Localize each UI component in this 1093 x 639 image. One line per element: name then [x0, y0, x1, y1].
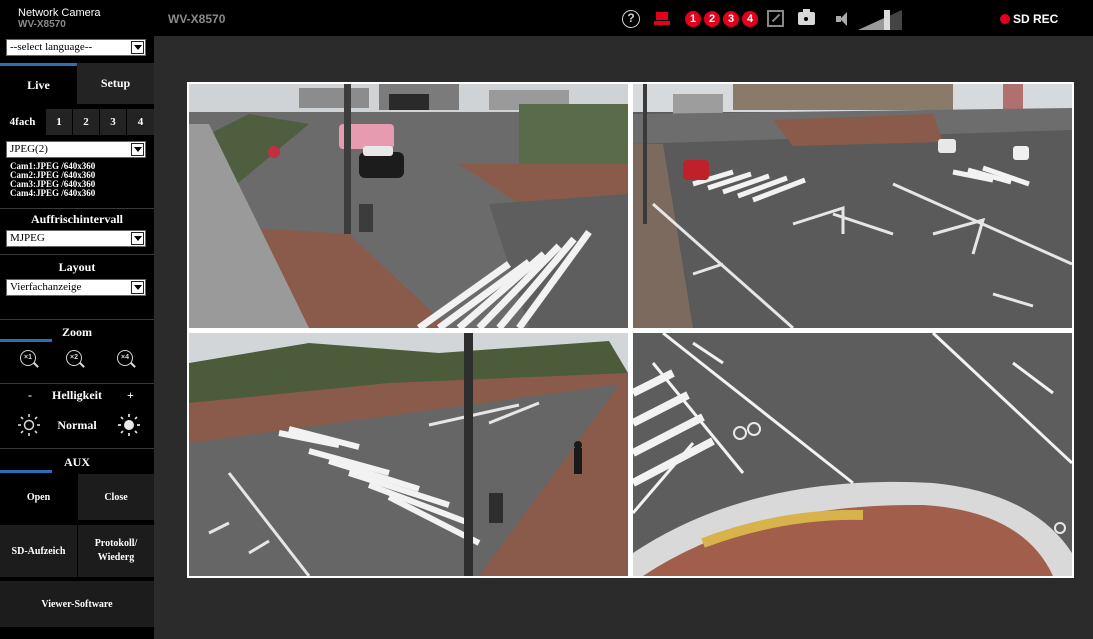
viewer-software-button[interactable]: Viewer-Software [0, 581, 154, 627]
log-playback-label-2: Wiederg [97, 552, 135, 563]
zoom-x4-button[interactable]: ×4 [117, 350, 137, 370]
divider [0, 208, 154, 209]
fullscreen-icon[interactable] [767, 10, 784, 27]
aux-close-button[interactable]: Close [78, 474, 154, 520]
help-icon[interactable]: ? [622, 10, 640, 28]
brand-title: Network Camera [18, 7, 101, 19]
refresh-select-value: MJPEG [10, 232, 45, 244]
camera-1-icon[interactable]: 1 [685, 11, 701, 27]
stream-select-value: JPEG(2) [10, 143, 48, 155]
divider [0, 319, 154, 320]
camera-3-image [189, 333, 628, 576]
brand-model: WV-X8570 [18, 19, 66, 30]
zoom-indicator [0, 339, 52, 342]
speaker-icon[interactable] [836, 12, 852, 26]
tab-layout-4[interactable]: 4 [127, 109, 154, 135]
quad-view-grid [187, 82, 1074, 578]
brightness-plus-label: + [127, 388, 134, 402]
tab-layout-3[interactable]: 3 [100, 109, 126, 135]
layout-select-value: Vierfachanzeige [10, 281, 82, 293]
aux-open-button[interactable]: Open [0, 474, 77, 520]
chevron-down-icon[interactable] [131, 41, 144, 54]
tab-live[interactable]: Live [0, 66, 77, 104]
chevron-down-icon[interactable] [131, 281, 144, 294]
brand-area: Network Camera WV-X8570 [0, 0, 154, 36]
stream-info-cam4: Cam4:JPEG /640x360 [10, 188, 96, 198]
camera-4-icon[interactable]: 4 [742, 11, 758, 27]
brightness-up-button[interactable] [118, 414, 140, 436]
camera-3-view[interactable] [189, 333, 628, 576]
zoom-x1-button[interactable]: ×1 [20, 350, 40, 370]
zoom-title: Zoom [62, 325, 92, 339]
divider [0, 383, 154, 384]
refresh-select[interactable]: MJPEG [6, 230, 146, 247]
divider [0, 254, 154, 255]
snapshot-camera-icon[interactable] [798, 9, 815, 25]
language-select[interactable]: --select language-- [6, 39, 146, 56]
divider [0, 448, 154, 449]
sidebar: --select language-- Live Setup 4fach 1 2… [0, 36, 154, 639]
language-select-value: --select language-- [10, 41, 93, 53]
layout-select[interactable]: Vierfachanzeige [6, 279, 146, 296]
record-dot-icon [1000, 14, 1010, 24]
refresh-title: Auffrischintervall [31, 212, 123, 226]
tab-layout-2[interactable]: 2 [73, 109, 99, 135]
aux-title: AUX [64, 455, 90, 469]
sd-record-button[interactable]: SD-Aufzeich [0, 525, 77, 577]
camera-3-icon[interactable]: 3 [723, 11, 739, 27]
log-playback-label-1: Protokoll/ [94, 538, 138, 549]
top-bar: Network Camera WV-X8570 WV-X8570 ? 1 2 3… [0, 0, 1093, 36]
camera-2-icon[interactable]: 2 [704, 11, 720, 27]
camera-1-view[interactable] [189, 84, 628, 328]
volume-slider-knob[interactable] [884, 10, 890, 30]
stream-select[interactable]: JPEG(2) [6, 141, 146, 158]
camera-1-image [189, 84, 628, 328]
layout-title: Layout [58, 260, 96, 274]
tab-layout-quad[interactable]: 4fach [0, 109, 45, 135]
chevron-down-icon[interactable] [131, 232, 144, 245]
camera-title: WV-X8570 [168, 12, 226, 26]
sun-bright-icon [118, 414, 140, 436]
aux-indicator [0, 470, 52, 473]
zoom-x2-button[interactable]: ×2 [66, 350, 86, 370]
tab-layout-1[interactable]: 1 [46, 109, 72, 135]
volume-slider[interactable] [858, 10, 908, 30]
chevron-down-icon[interactable] [131, 143, 144, 156]
sd-rec-label: SD REC [1013, 12, 1059, 26]
sd-rec-indicator: SD REC [1000, 11, 1058, 27]
log-playback-button[interactable]: Protokoll/ Wiederg [78, 525, 154, 577]
camera-4-view[interactable] [633, 333, 1072, 576]
alarm-icon[interactable] [654, 10, 670, 28]
camera-2-image [633, 84, 1072, 328]
camera-4-image [633, 333, 1072, 576]
camera-2-view[interactable] [633, 84, 1072, 328]
tab-setup[interactable]: Setup [77, 63, 154, 104]
